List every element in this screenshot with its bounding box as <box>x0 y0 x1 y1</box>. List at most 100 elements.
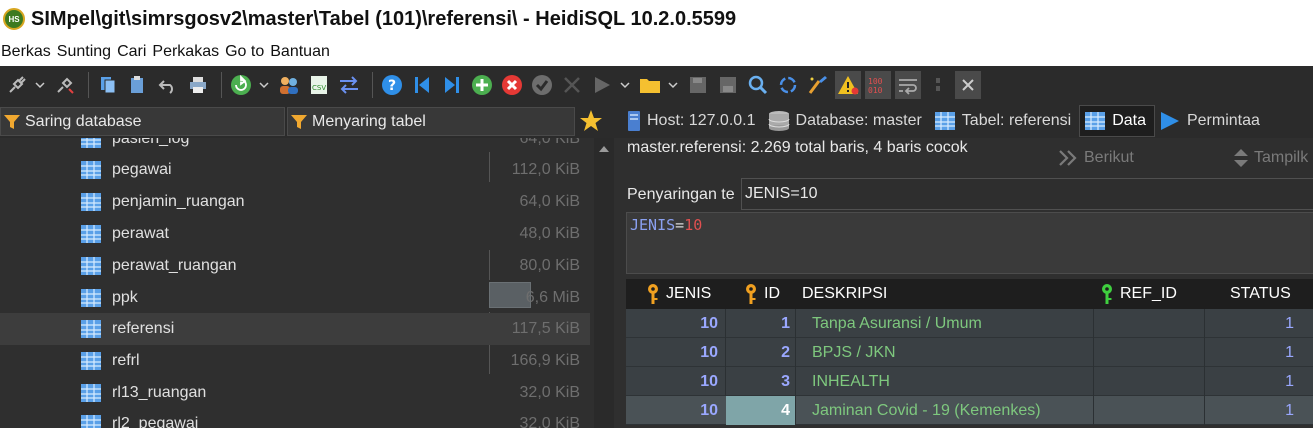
export-csv-icon[interactable]: CSV <box>306 71 332 99</box>
cell-status[interactable]: 1 <box>1206 338 1294 367</box>
filter-history-dropdown[interactable]: JENIS=10 <box>741 178 1313 210</box>
tree-scrollbar[interactable] <box>594 138 614 428</box>
filter-icon <box>3 113 21 131</box>
tab-data[interactable]: Data <box>1079 105 1155 137</box>
grid-icon <box>1084 111 1106 131</box>
tree-item-table[interactable]: pegawai 112,0 KiB <box>0 154 590 186</box>
delete-row-icon[interactable] <box>499 71 525 99</box>
tree-item-table[interactable]: rl13_ruangan 32,0 KiB <box>0 377 590 409</box>
print-icon[interactable] <box>185 71 211 99</box>
filter-editor[interactable]: JENIS=10 <box>626 212 1313 274</box>
sync-icon[interactable] <box>336 71 362 99</box>
cell-jenis[interactable]: 10 <box>626 338 718 367</box>
cell-deskripsi[interactable]: Tanpa Asuransi / Umum <box>812 309 1092 338</box>
binary-icon[interactable]: 100 010 <box>865 71 891 99</box>
cell-jenis[interactable]: 10 <box>626 367 718 396</box>
comment-icon[interactable] <box>925 71 951 99</box>
column-header-jenis[interactable]: JENIS <box>646 279 711 309</box>
replace-icon[interactable] <box>775 71 801 99</box>
cancel-icon[interactable] <box>559 71 585 99</box>
cell-ref-id[interactable] <box>1094 367 1204 396</box>
connect-icon[interactable] <box>4 71 30 99</box>
last-record-icon[interactable] <box>439 71 465 99</box>
cell-jenis[interactable]: 10 <box>626 309 718 338</box>
save-as-icon[interactable] <box>715 71 741 99</box>
toolbar-separator <box>221 72 222 98</box>
format-sql-icon[interactable] <box>805 71 831 99</box>
scroll-up-arrow-icon[interactable] <box>599 146 609 152</box>
table-row[interactable]: 10 3 INHEALTH 1 <box>626 367 1313 396</box>
post-check-icon[interactable] <box>529 71 555 99</box>
table-row[interactable]: 10 1 Tanpa Asuransi / Umum 1 <box>626 309 1313 338</box>
show-button[interactable]: Tampilk <box>1232 146 1308 170</box>
cell-deskripsi[interactable]: BPJS / JKN <box>812 338 1092 367</box>
menu-sunting[interactable]: Sunting <box>56 43 116 61</box>
save-icon[interactable] <box>685 71 711 99</box>
table-row[interactable]: 10 2 BPJS / JKN 1 <box>626 338 1313 367</box>
warning-icon[interactable] <box>835 71 861 99</box>
cell-jenis[interactable]: 10 <box>626 396 718 425</box>
refresh-icon[interactable] <box>228 71 254 99</box>
cell-id[interactable]: 1 <box>726 309 790 338</box>
tree-item-table[interactable]: pasien_log 64,0 KiB <box>0 138 590 155</box>
menu-cari[interactable]: Cari <box>116 43 151 61</box>
menu-perkakas[interactable]: Perkakas <box>151 43 224 61</box>
tree-item-table[interactable]: refrl 166,9 KiB <box>0 345 590 377</box>
tab-database[interactable]: Database: master <box>764 105 930 137</box>
svg-text:?: ? <box>388 78 396 94</box>
cell-deskripsi[interactable]: Jaminan Covid - 19 (Kemenkes) <box>812 396 1092 425</box>
tab-query[interactable]: Permintaa <box>1155 105 1268 137</box>
cell-ref-id[interactable] <box>1094 338 1204 367</box>
close-tab-icon[interactable] <box>955 71 981 99</box>
menu-bantuan[interactable]: Bantuan <box>269 43 335 61</box>
table-filter-input[interactable]: Menyaring tabel <box>287 107 575 136</box>
tree-item-table-selected[interactable]: referensi 117,5 KiB <box>0 313 590 345</box>
tab-table[interactable]: Tabel: referensi <box>930 105 1079 137</box>
cell-ref-id[interactable] <box>1094 309 1204 338</box>
cell-status[interactable]: 1 <box>1206 396 1294 425</box>
cell-id-focused[interactable]: 4 <box>726 396 795 425</box>
disconnect-icon[interactable] <box>52 71 78 99</box>
chevron-down-icon[interactable] <box>34 71 46 99</box>
paste-icon[interactable] <box>125 71 151 99</box>
open-folder-icon[interactable] <box>637 71 663 99</box>
favorite-star[interactable] <box>575 105 623 137</box>
column-header-deskripsi[interactable]: DESKRIPSI <box>802 279 887 309</box>
tree-item-table[interactable]: rl2_pegawai 32,0 KiB <box>0 408 590 428</box>
help-icon[interactable]: ? <box>379 71 405 99</box>
tree-item-table[interactable]: ppk 6,6 MiB <box>0 282 590 314</box>
column-header-status[interactable]: STATUS <box>1230 279 1291 309</box>
tab-host[interactable]: Host: 127.0.0.1 <box>623 105 764 137</box>
find-icon[interactable] <box>745 71 771 99</box>
tree-item-table[interactable]: penjamin_ruangan 64,0 KiB <box>0 186 590 218</box>
data-grid[interactable]: JENIS ID DESKRIPSI REF_ID STATUS 10 1 Ta… <box>626 279 1313 425</box>
chevron-down-icon[interactable] <box>258 71 270 99</box>
first-record-icon[interactable] <box>409 71 435 99</box>
wrap-text-icon[interactable] <box>895 71 921 99</box>
cell-status[interactable]: 1 <box>1206 367 1294 396</box>
copy-icon[interactable] <box>95 71 121 99</box>
chevron-down-icon[interactable] <box>619 71 631 99</box>
database-tree[interactable]: pasien_log 64,0 KiB pegawai 112,0 KiB pe… <box>0 138 594 428</box>
undo-icon[interactable] <box>155 71 181 99</box>
user-manager-icon[interactable] <box>276 71 302 99</box>
cell-ref-id[interactable] <box>1094 396 1204 425</box>
tree-item-table[interactable]: perawat_ruangan 80,0 KiB <box>0 250 590 282</box>
column-header-ref-id[interactable]: REF_ID <box>1100 279 1177 309</box>
table-row-focused[interactable]: 10 4 Jaminan Covid - 19 (Kemenkes) 1 <box>626 396 1313 425</box>
cell-id[interactable]: 2 <box>726 338 790 367</box>
add-row-icon[interactable] <box>469 71 495 99</box>
tree-item-table[interactable]: perawat 48,0 KiB <box>0 218 590 250</box>
next-button[interactable]: Berikut <box>1058 146 1134 170</box>
column-header-label: DESKRIPSI <box>802 285 888 302</box>
database-icon <box>768 110 790 132</box>
menu-berkas[interactable]: Berkas <box>0 43 56 61</box>
chevron-down-icon[interactable] <box>667 71 679 99</box>
cell-id[interactable]: 3 <box>726 367 790 396</box>
database-filter-input[interactable]: Saring database <box>0 107 285 136</box>
cell-deskripsi[interactable]: INHEALTH <box>812 367 1092 396</box>
menu-go-to[interactable]: Go to <box>224 43 269 61</box>
run-query-icon[interactable] <box>589 71 615 99</box>
cell-status[interactable]: 1 <box>1206 309 1294 338</box>
column-header-id[interactable]: ID <box>744 279 780 309</box>
